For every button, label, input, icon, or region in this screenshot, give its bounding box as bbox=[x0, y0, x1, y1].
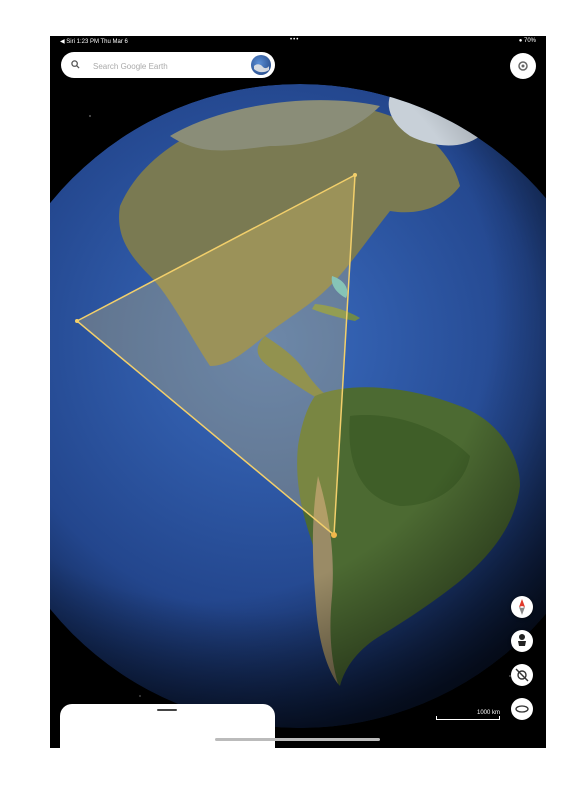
status-time: ◀ Siri 1:23 PM Thu Mar 6 bbox=[60, 39, 128, 45]
location-off-icon bbox=[515, 668, 529, 682]
gear-icon bbox=[518, 61, 528, 71]
search-bar[interactable] bbox=[61, 52, 275, 78]
search-icon bbox=[71, 60, 80, 69]
compass-button[interactable] bbox=[511, 596, 533, 618]
compass-icon bbox=[519, 599, 525, 615]
3d-view-button[interactable] bbox=[511, 698, 533, 720]
sheet-drag-handle[interactable] bbox=[157, 709, 177, 711]
status-bar: ◀ Siri 1:23 PM Thu Mar 6 ••• ● 70% bbox=[50, 36, 546, 46]
scale-bar: 1000 km bbox=[436, 710, 500, 720]
scale-line bbox=[436, 716, 500, 720]
bottom-sheet[interactable] bbox=[60, 704, 275, 748]
street-view-button[interactable] bbox=[511, 630, 533, 652]
app-screen: ◀ Siri 1:23 PM Thu Mar 6 ••• ● 70% Searc… bbox=[50, 36, 546, 748]
measurement-vertex bbox=[75, 319, 79, 323]
my-location-button[interactable] bbox=[511, 664, 533, 686]
earth-logo-icon[interactable] bbox=[251, 55, 271, 75]
settings-button[interactable] bbox=[510, 53, 536, 79]
3d-view-icon bbox=[515, 705, 529, 713]
measurement-vertex bbox=[353, 173, 357, 177]
street-view-icon bbox=[518, 634, 526, 646]
globe-map[interactable] bbox=[50, 36, 546, 748]
home-indicator[interactable] bbox=[215, 738, 380, 741]
measurement-vertex bbox=[331, 532, 337, 538]
battery-status: ● 70% bbox=[518, 38, 536, 44]
multitask-dots[interactable]: ••• bbox=[290, 37, 299, 43]
search-input[interactable] bbox=[91, 58, 245, 74]
